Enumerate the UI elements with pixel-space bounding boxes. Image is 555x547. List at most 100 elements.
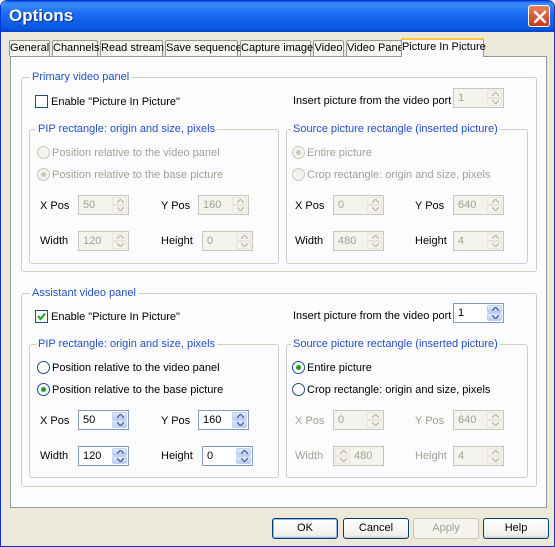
assistant-width-spinner[interactable]: 120 — [78, 446, 129, 466]
primary-enable-checkbox[interactable] — [35, 95, 48, 108]
assistant-port-spinner[interactable]: 1 — [453, 303, 504, 323]
chevron-down-icon[interactable] — [236, 456, 251, 464]
assistant-src-height-spinner[interactable]: 4 — [453, 446, 504, 466]
assistant-radio-crop[interactable] — [292, 383, 305, 396]
assistant-src-xpos-value: 0 — [338, 414, 345, 426]
tab-general[interactable]: General — [9, 40, 50, 56]
primary-src-ypos-spinner[interactable]: 640 — [453, 195, 504, 215]
chevron-up-icon[interactable] — [112, 233, 127, 241]
chevron-down-icon[interactable] — [487, 241, 502, 249]
assistant-enable-checkbox[interactable] — [35, 310, 48, 323]
chevron-up-icon[interactable] — [236, 448, 251, 456]
chevron-down-icon[interactable] — [487, 313, 502, 321]
tab-video-panel[interactable]: Video Panel — [346, 40, 406, 56]
primary-ypos-spinner[interactable]: 160 — [198, 195, 249, 215]
primary-src-height-spinner[interactable]: 4 — [453, 231, 504, 251]
assistant-radio-base-picture[interactable] — [37, 383, 50, 396]
chevron-up-icon[interactable] — [232, 197, 247, 205]
window-title: Options — [9, 6, 74, 25]
chevron-down-icon[interactable] — [487, 456, 502, 464]
chevron-up-icon[interactable] — [487, 305, 502, 313]
primary-xpos-spinner[interactable]: 50 — [78, 195, 129, 215]
assistant-radio-base-picture-label: Position relative to the base picture — [52, 384, 224, 396]
primary-radio-video-panel-label: Position relative to the video panel — [52, 147, 220, 159]
primary-radio-crop-label: Crop rectangle: origin and size, pixels — [307, 169, 491, 181]
assistant-src-ypos-spinner[interactable]: 640 — [453, 410, 504, 430]
primary-ypos-label: Y Pos — [161, 200, 191, 212]
primary-radio-entire[interactable] — [292, 146, 305, 159]
tab-picture-in-picture[interactable]: Picture In Picture — [401, 38, 486, 57]
primary-radio-base-picture-label: Position relative to the base picture — [52, 169, 224, 181]
assistant-xpos-spinner[interactable]: 50 — [78, 410, 129, 430]
chevron-up-icon[interactable] — [367, 233, 382, 241]
chevron-down-icon[interactable] — [236, 241, 251, 249]
primary-ypos-value: 160 — [203, 199, 222, 211]
assistant-source-title: Source picture rectangle (inserted pictu… — [291, 338, 500, 350]
primary-src-width-label: Width — [295, 235, 324, 247]
chevron-up-icon[interactable] — [112, 448, 127, 456]
tab-capture-image[interactable]: Capture image — [240, 40, 313, 56]
primary-radio-base-picture[interactable] — [37, 168, 50, 181]
close-button[interactable] — [528, 5, 550, 27]
primary-xpos-value: 50 — [83, 199, 96, 211]
ok-button[interactable]: OK — [272, 518, 338, 539]
tab-channels[interactable]: Channels — [52, 40, 99, 56]
primary-port-spinner[interactable]: 1 — [453, 88, 504, 108]
options-dialog: Options General Channels Read stream Sav… — [0, 0, 555, 547]
primary-width-label: Width — [40, 235, 69, 247]
assistant-ypos-spinner[interactable]: 160 — [198, 410, 249, 430]
checkmark-icon — [37, 312, 46, 321]
chevron-down-icon[interactable] — [367, 205, 382, 213]
assistant-xpos-label: X Pos — [40, 415, 70, 427]
chevron-down-icon[interactable] — [112, 205, 127, 213]
assistant-src-width-spinner[interactable]: 480 — [333, 446, 384, 466]
chevron-down-icon[interactable] — [112, 241, 127, 249]
chevron-down-icon[interactable] — [232, 205, 247, 213]
chevron-down-icon[interactable] — [487, 420, 502, 428]
assistant-radio-entire[interactable] — [292, 361, 305, 374]
chevron-down-icon[interactable] — [112, 420, 127, 428]
primary-src-width-value: 480 — [338, 235, 357, 247]
primary-height-spinner[interactable]: 0 — [202, 231, 253, 251]
primary-src-width-spinner[interactable]: 480 — [333, 231, 384, 251]
assistant-height-spinner[interactable]: 0 — [202, 446, 253, 466]
chevron-up-icon[interactable] — [487, 197, 502, 205]
chevron-up-icon[interactable] — [487, 412, 502, 420]
chevron-up-icon[interactable] — [487, 448, 502, 456]
help-button[interactable]: Help — [483, 518, 549, 539]
title-bar[interactable]: Options — [1, 1, 554, 32]
chevron-up-icon[interactable] — [487, 90, 502, 98]
assistant-radio-entire-label: Entire picture — [307, 362, 372, 374]
primary-radio-video-panel[interactable] — [37, 146, 50, 159]
chevron-up-icon[interactable] — [487, 233, 502, 241]
apply-button[interactable]: Apply — [413, 518, 479, 539]
chevron-up-icon[interactable] — [367, 412, 382, 420]
tab-read-stream[interactable]: Read stream — [100, 40, 164, 56]
assistant-pip-title: PIP rectangle: origin and size, pixels — [36, 338, 218, 350]
assistant-src-xpos-spinner[interactable]: 0 — [333, 410, 384, 430]
primary-port-value: 1 — [458, 92, 465, 104]
tab-video[interactable]: Video — [313, 40, 344, 56]
chevron-down-icon[interactable] — [367, 241, 382, 249]
chevron-up-icon[interactable] — [112, 197, 127, 205]
primary-port-label: Insert picture from the video port — [293, 95, 452, 107]
tab-save-sequence[interactable]: Save sequence — [165, 40, 242, 56]
primary-radio-crop[interactable] — [292, 168, 305, 181]
chevron-down-icon[interactable] — [335, 456, 350, 464]
assistant-ypos-value: 160 — [203, 414, 222, 426]
primary-height-label: Height — [161, 235, 193, 247]
chevron-up-icon[interactable] — [335, 448, 350, 456]
primary-width-spinner[interactable]: 120 — [78, 231, 129, 251]
chevron-down-icon[interactable] — [367, 420, 382, 428]
chevron-down-icon[interactable] — [487, 98, 502, 106]
chevron-up-icon[interactable] — [232, 412, 247, 420]
chevron-up-icon[interactable] — [236, 233, 251, 241]
cancel-button[interactable]: Cancel — [343, 518, 409, 539]
chevron-down-icon[interactable] — [232, 420, 247, 428]
chevron-down-icon[interactable] — [112, 456, 127, 464]
chevron-up-icon[interactable] — [112, 412, 127, 420]
chevron-up-icon[interactable] — [367, 197, 382, 205]
assistant-radio-video-panel[interactable] — [37, 361, 50, 374]
primary-src-xpos-spinner[interactable]: 0 — [333, 195, 384, 215]
chevron-down-icon[interactable] — [487, 205, 502, 213]
